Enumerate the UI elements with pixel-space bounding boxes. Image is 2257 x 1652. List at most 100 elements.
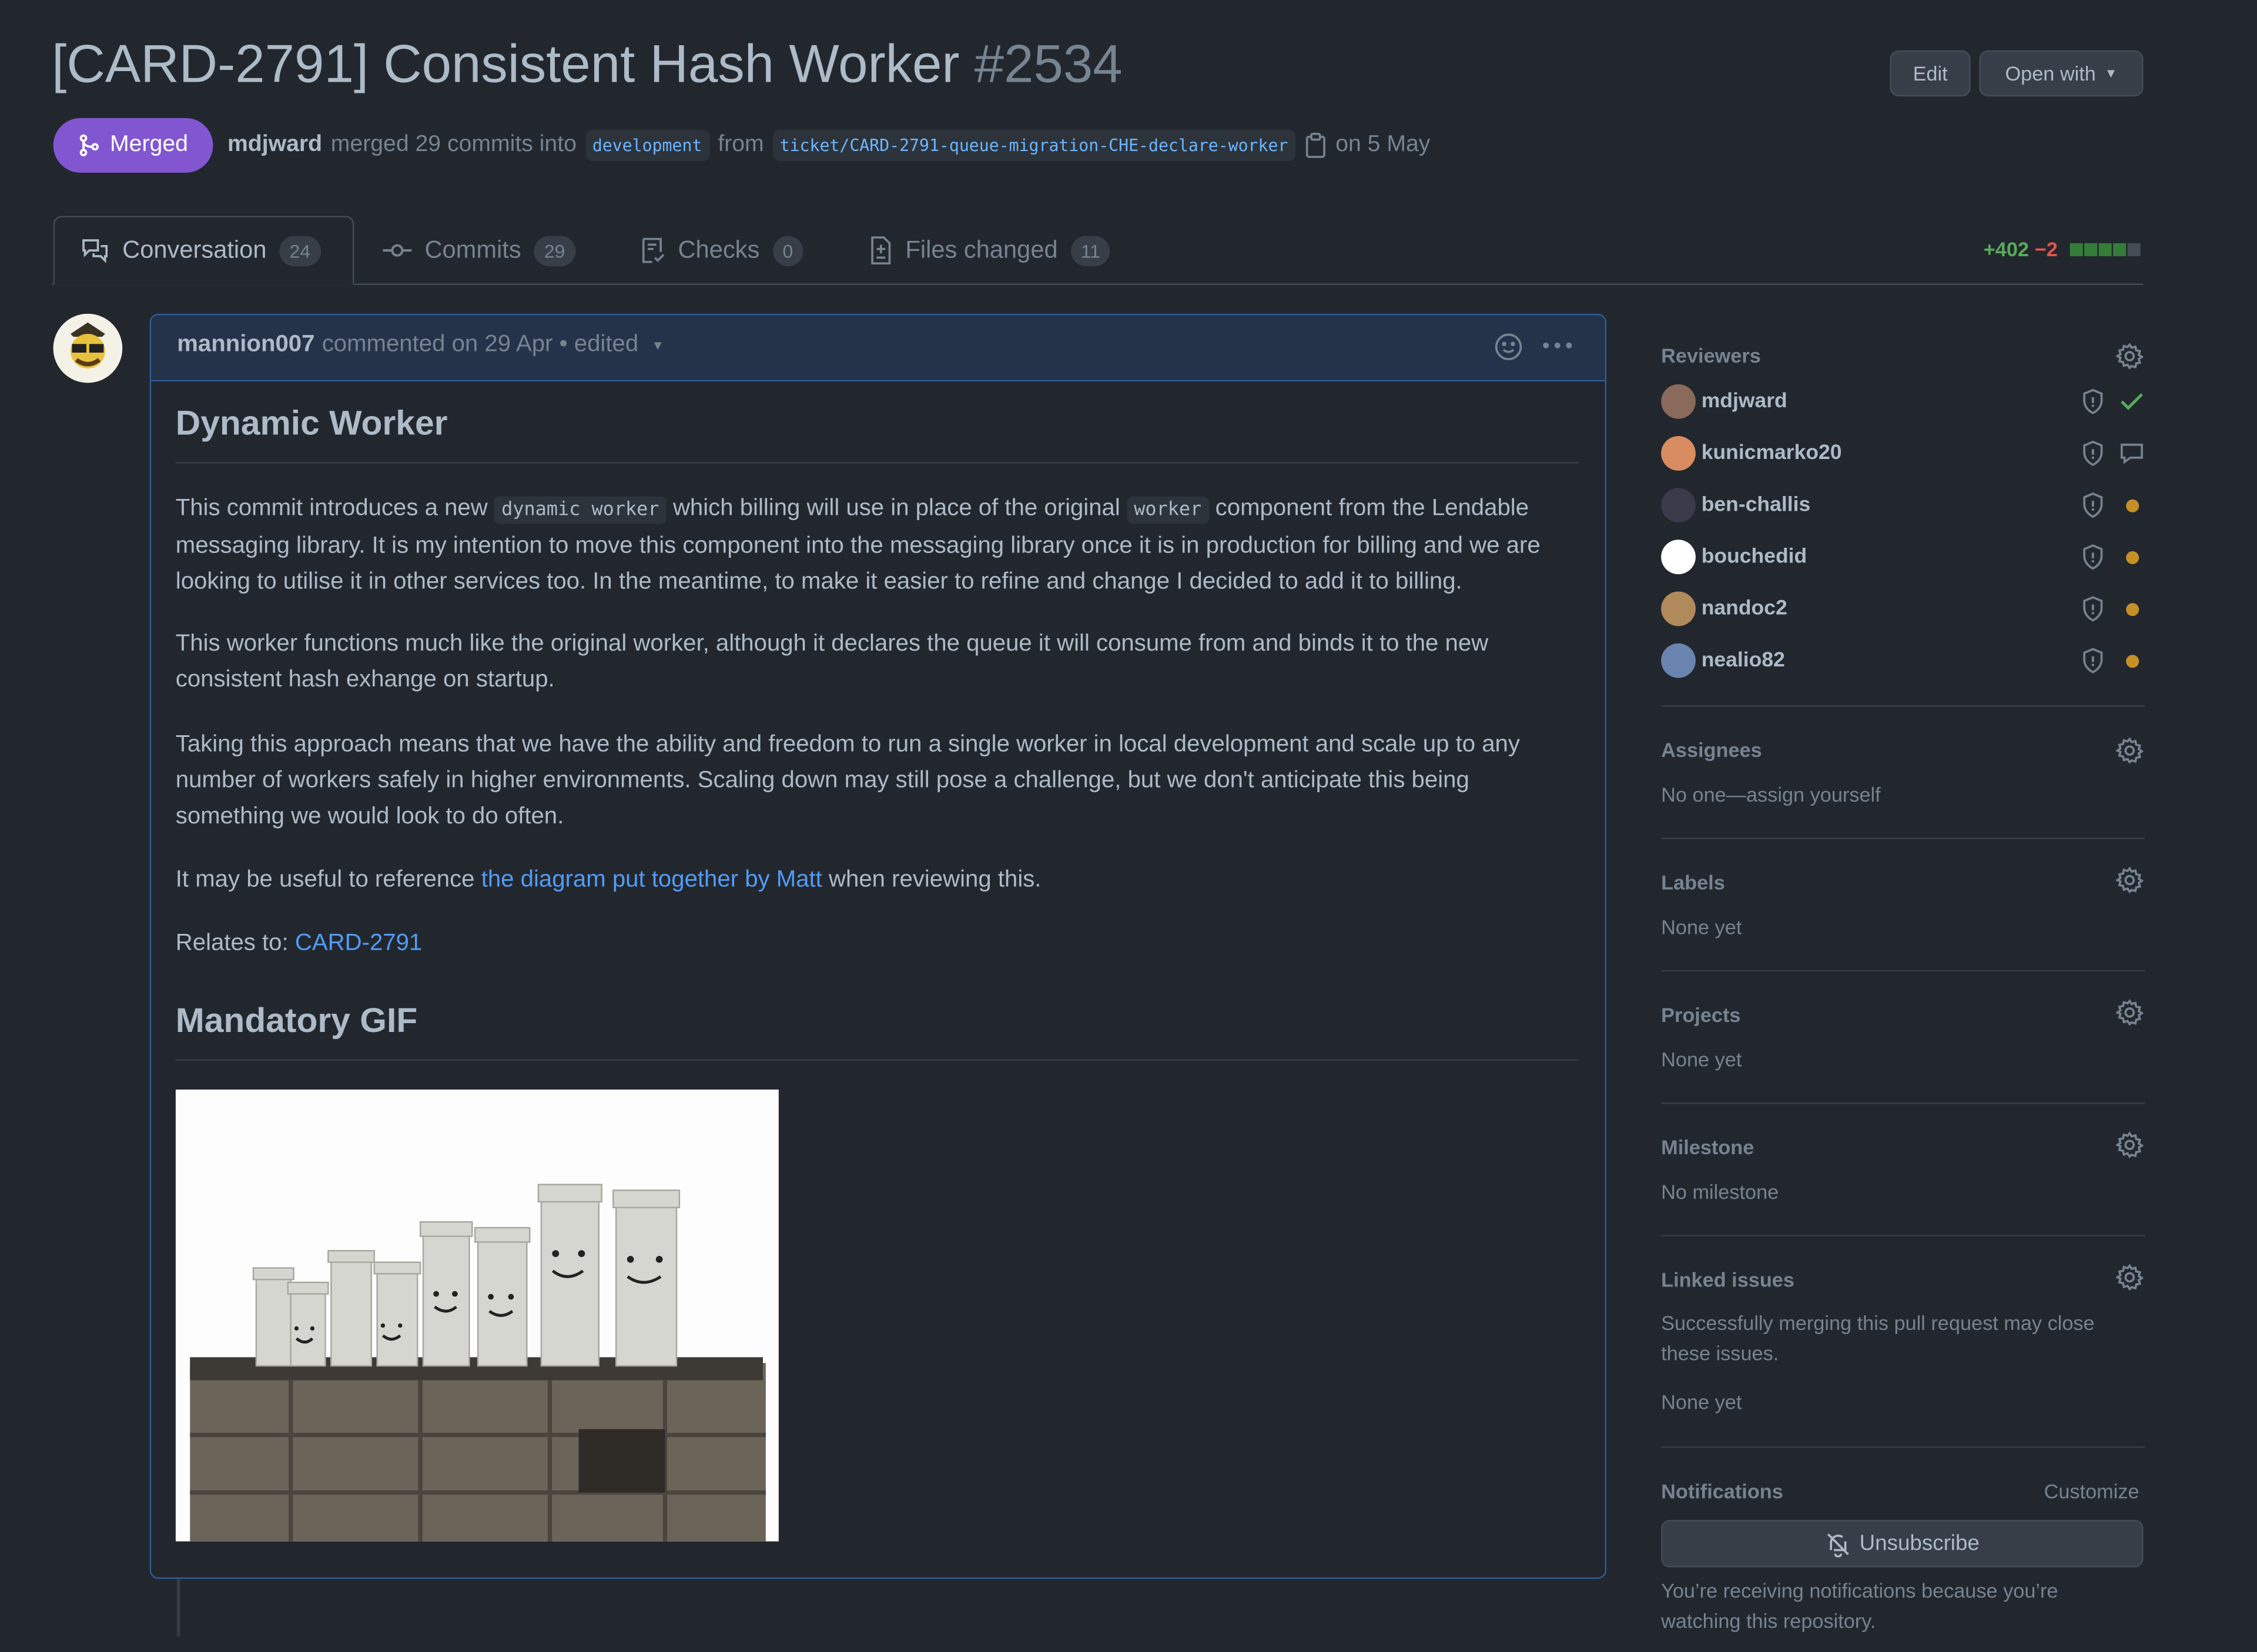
file-diff-icon — [871, 236, 891, 265]
comment-header-text: mannion007 commented on 29 Apr • edited … — [177, 331, 664, 358]
kebab-horizontal-icon[interactable] — [1542, 341, 1573, 350]
reviewer-name[interactable]: nandoc2 — [1702, 597, 2082, 620]
pending-dot-icon — [2119, 654, 2145, 668]
reviewer-row[interactable]: nealio82 — [1661, 642, 2145, 679]
comment-discussion-icon — [82, 239, 108, 263]
reviewer-row[interactable]: kunicmarko20 — [1661, 435, 2145, 473]
milestone-title[interactable]: Milestone — [1661, 1135, 2145, 1158]
merge-meta: mdjward merged 29 commits into developme… — [227, 129, 1430, 162]
gear-icon[interactable] — [2116, 1131, 2144, 1159]
gear-icon[interactable] — [2116, 998, 2144, 1027]
edit-button[interactable]: Edit — [1890, 50, 1971, 97]
milestone-value: No milestone — [1661, 1180, 1779, 1204]
p4-text-b: when reviewing this. — [829, 866, 1042, 893]
diffstat: +402 −2 — [1984, 237, 2140, 260]
shield-icon — [2083, 544, 2103, 570]
reviewer-row[interactable]: mdjward — [1661, 383, 2145, 420]
reviewer-avatar[interactable] — [1661, 540, 1696, 575]
shield-icon — [2083, 596, 2103, 622]
tab-checks[interactable]: Checks 0 — [639, 216, 803, 285]
heading-rule — [175, 1059, 1579, 1061]
diff-square — [2083, 242, 2097, 256]
reviewer-avatar[interactable] — [1661, 643, 1696, 678]
sidebar-divider — [1661, 1446, 2145, 1448]
sidebar-divider — [1661, 1235, 2145, 1237]
paragraph-4: It may be useful to reference the diagra… — [176, 862, 1579, 898]
tab-files-changed-count: 11 — [1070, 235, 1111, 266]
comment-heading-dynamic-worker: Dynamic Worker — [176, 406, 1579, 442]
smiley-icon[interactable] — [1494, 333, 1523, 361]
reviewer-row[interactable]: bouchedid — [1661, 538, 2145, 576]
diff-square — [2127, 242, 2140, 256]
reviewer-avatar[interactable] — [1661, 488, 1696, 522]
paragraph-2: This worker functions much like the orig… — [175, 630, 1489, 692]
tab-files-changed[interactable]: Files changed 11 — [869, 216, 1111, 285]
gear-icon[interactable] — [2116, 343, 2144, 370]
reviewer-name[interactable]: nealio82 — [1702, 649, 2082, 672]
reviewer-row[interactable]: ben-challis — [1661, 487, 2145, 524]
labels-value: None yet — [1661, 915, 1742, 939]
reviewer-name[interactable]: mdjward — [1702, 390, 2082, 413]
code-dynamic-worker: dynamic worker — [494, 496, 667, 524]
heading-dynamic-worker: Dynamic Worker — [175, 404, 448, 444]
unsubscribe-button[interactable]: Unsubscribe — [1661, 1520, 2144, 1567]
linked-issues-value: None yet — [1661, 1390, 1742, 1413]
p1-text-b: which billing will use in place of the o… — [672, 495, 1120, 521]
linked-issues-title[interactable]: Linked issues — [1661, 1268, 2145, 1291]
pr-number: #2534 — [974, 34, 1123, 94]
gear-icon[interactable] — [2116, 737, 2144, 765]
gear-icon[interactable] — [2116, 1264, 2144, 1291]
customize-link[interactable]: Customize — [2044, 1480, 2139, 1503]
comment-icon — [2119, 442, 2145, 465]
heading-rule — [175, 462, 1579, 464]
assignees-title[interactable]: Assignees — [1661, 738, 2145, 761]
check-icon — [2119, 391, 2145, 411]
reviewer-avatar[interactable] — [1661, 591, 1696, 626]
reviewer-name[interactable]: kunicmarko20 — [1702, 442, 2082, 465]
comment-meta[interactable]: commented on 29 Apr • edited — [322, 331, 638, 358]
pr-title-text: [CARD-2791] Consistent Hash Worker — [52, 34, 960, 94]
chimney-pots-gif[interactable] — [175, 1089, 779, 1542]
tab-conversation[interactable]: Conversation 24 — [53, 216, 354, 285]
merger-link[interactable]: mdjward — [227, 132, 322, 158]
reviewer-row[interactable]: nandoc2 — [1661, 590, 2145, 628]
comment-author[interactable]: mannion007 — [177, 331, 314, 358]
heading-mandatory-gif: Mandatory GIF — [175, 1001, 418, 1041]
git-commit-icon — [383, 244, 412, 257]
card-2791-link[interactable]: CARD-2791 — [295, 930, 422, 956]
labels-title[interactable]: Labels — [1661, 871, 2145, 894]
diff-square — [2112, 242, 2125, 256]
open-with-button[interactable]: Open with ▼ — [1979, 50, 2144, 97]
base-branch[interactable]: development — [585, 129, 709, 162]
reviewers-title[interactable]: Reviewers — [1661, 344, 2145, 367]
reviewer-name[interactable]: bouchedid — [1702, 545, 2082, 568]
paragraph-3: Taking this approach means that we have … — [175, 731, 1520, 829]
reviewer-avatar[interactable] — [1661, 384, 1696, 419]
head-branch[interactable]: ticket/CARD-2791-queue-migration-CHE-dec… — [772, 129, 1295, 162]
copy-icon[interactable] — [1304, 132, 1327, 158]
checklist-icon — [642, 237, 665, 263]
paragraph-5: Relates to: CARD-2791 — [176, 926, 1579, 961]
diff-additions: +402 — [1983, 237, 2029, 261]
reviewer-avatar[interactable] — [1661, 436, 1696, 471]
sidebar-divider — [1661, 705, 2145, 707]
timeline-line — [177, 1579, 180, 1637]
shield-icon — [2083, 648, 2103, 673]
tab-checks-count: 0 — [772, 235, 803, 266]
reviewer-name[interactable]: ben-challis — [1702, 494, 2082, 517]
sidebar-divider — [1661, 1102, 2145, 1104]
tab-commits[interactable]: Commits 29 — [383, 216, 575, 285]
diagram-link[interactable]: the diagram put together by Matt — [481, 866, 822, 892]
diff-bar — [2068, 242, 2140, 256]
gear-icon[interactable] — [2116, 866, 2144, 894]
triangle-down-icon[interactable]: ▼ — [651, 337, 664, 351]
pr-title: [CARD-2791] Consistent Hash Worker #2534 — [52, 35, 1123, 95]
merge-text: merged 29 commits into — [330, 132, 577, 157]
projects-title[interactable]: Projects — [1661, 1003, 2145, 1026]
tab-checks-label: Checks — [678, 236, 760, 264]
tab-files-changed-label: Files changed — [905, 236, 1058, 264]
projects-value: None yet — [1661, 1047, 1742, 1071]
comment-author-avatar[interactable] — [53, 313, 123, 383]
assignees-value[interactable]: No one—assign yourself — [1661, 783, 2145, 806]
diff-deletions: −2 — [2034, 237, 2058, 261]
